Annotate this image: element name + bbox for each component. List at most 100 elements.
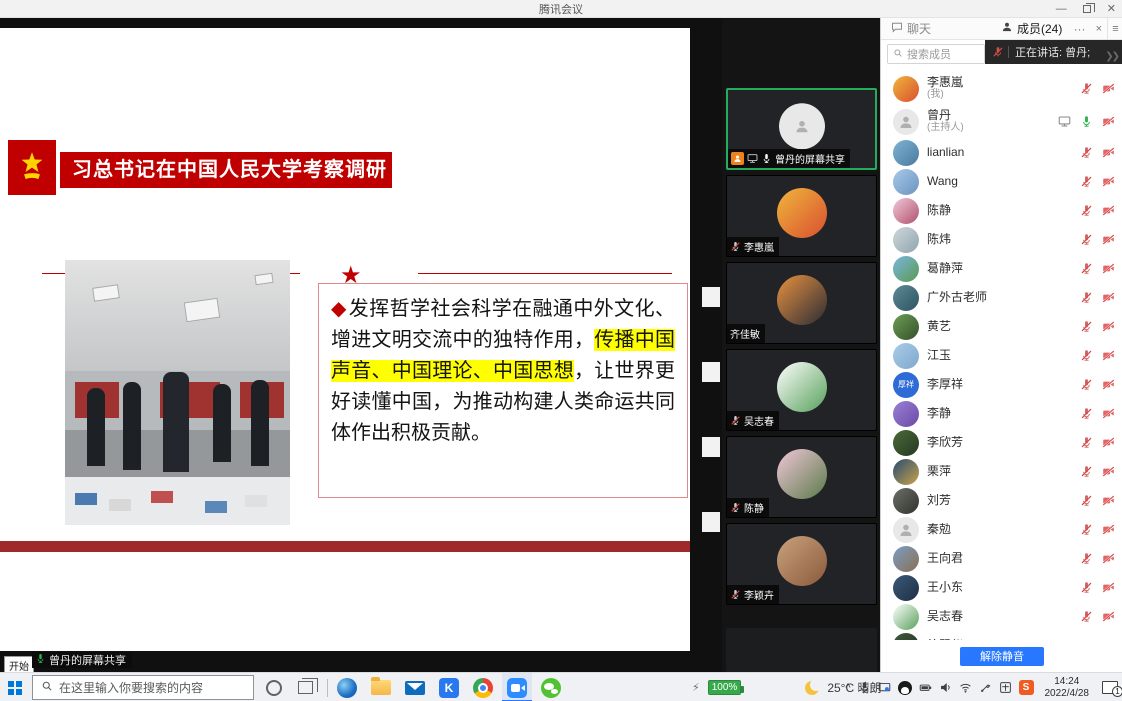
taskbar-app-k-docs[interactable]: K [434, 673, 464, 701]
mic-muted-icon[interactable] [1080, 204, 1093, 217]
member-row[interactable]: 秦勊 [881, 515, 1122, 544]
member-row[interactable]: 广外古老师 [881, 283, 1122, 312]
taskbar-search-input[interactable]: 在这里输入你要搜索的内容 [32, 675, 254, 700]
mic-muted-icon[interactable] [1080, 291, 1093, 304]
camera-muted-icon[interactable] [1102, 407, 1115, 420]
member-row[interactable]: 栗萍 [881, 457, 1122, 486]
member-row[interactable]: 王小东 [881, 573, 1122, 602]
tray-volume-icon[interactable] [939, 681, 952, 694]
taskbar-app-file-explorer[interactable] [366, 673, 396, 701]
mic-muted-icon[interactable] [1080, 320, 1093, 333]
camera-muted-icon[interactable] [1102, 494, 1115, 507]
diamond-bullet-icon: ◆ [331, 298, 347, 320]
edge-icon [337, 678, 357, 698]
camera-muted-icon[interactable] [1102, 82, 1115, 95]
member-row[interactable]: 吴志春 [881, 602, 1122, 631]
tray-mic-icon[interactable] [858, 681, 871, 694]
tab-members[interactable]: 成员(24) [995, 18, 1068, 40]
member-row[interactable]: 厚祥李厚祥 [881, 370, 1122, 399]
camera-muted-icon[interactable] [1102, 349, 1115, 362]
close-button[interactable]: ✕ [1107, 0, 1116, 18]
battery-indicator[interactable]: 100% [708, 680, 742, 695]
mic-muted-icon[interactable] [1080, 552, 1093, 565]
member-row[interactable]: 徐翠仪 [881, 631, 1122, 640]
mic-muted-icon[interactable] [1080, 175, 1093, 188]
member-row[interactable]: 刘芳 [881, 486, 1122, 515]
taskbar-app-chrome[interactable] [468, 673, 498, 701]
camera-muted-icon[interactable] [1102, 204, 1115, 217]
tray-wifi-icon[interactable] [959, 681, 972, 694]
mic-on-icon[interactable] [1080, 115, 1093, 128]
member-row[interactable]: lianlian [881, 138, 1122, 167]
mic-muted-icon[interactable] [1080, 436, 1093, 449]
member-row[interactable]: 江玉 [881, 341, 1122, 370]
cortana-icon[interactable] [266, 680, 282, 696]
tab-chat[interactable]: 聊天 [885, 18, 937, 40]
camera-muted-icon[interactable] [1102, 523, 1115, 536]
member-search-input[interactable]: 搜索成员 [887, 44, 985, 64]
tray-battery-icon[interactable] [919, 681, 932, 694]
member-row[interactable]: 李静 [881, 399, 1122, 428]
member-row[interactable]: 陈静 [881, 196, 1122, 225]
camera-muted-icon[interactable] [1102, 581, 1115, 594]
camera-muted-icon[interactable] [1102, 262, 1115, 275]
tray-tool-icon[interactable] [979, 681, 992, 694]
camera-muted-icon[interactable] [1102, 115, 1115, 128]
mic-muted-icon[interactable] [1080, 349, 1093, 362]
minimize-button[interactable]: — [1056, 0, 1067, 18]
tray-expand-chevron[interactable]: ^ [845, 682, 850, 694]
mic-muted-icon[interactable] [1080, 262, 1093, 275]
camera-muted-icon[interactable] [1102, 552, 1115, 565]
camera-muted-icon[interactable] [1102, 465, 1115, 478]
member-row[interactable]: 李欣芳 [881, 428, 1122, 457]
video-tile[interactable]: 齐佳敏 [726, 262, 877, 344]
member-row[interactable]: 黄艺 [881, 312, 1122, 341]
mic-muted-icon[interactable] [1080, 494, 1093, 507]
tray-ime-icon[interactable] [999, 681, 1012, 694]
camera-muted-icon[interactable] [1102, 378, 1115, 391]
member-row[interactable]: 曾丹(主持人) [881, 105, 1122, 138]
camera-muted-icon[interactable] [1102, 320, 1115, 333]
panel-menu-button[interactable]: ≡ [1107, 18, 1122, 40]
mic-muted-icon[interactable] [1080, 465, 1093, 478]
video-tile[interactable]: 陈静 [726, 436, 877, 518]
camera-muted-icon[interactable] [1102, 233, 1115, 246]
taskbar-clock[interactable]: 14:24 2022/4/28 [1045, 676, 1090, 700]
mic-muted-icon[interactable] [1080, 146, 1093, 159]
camera-muted-icon[interactable] [1102, 146, 1115, 159]
camera-muted-icon[interactable] [1102, 436, 1115, 449]
camera-muted-icon[interactable] [1102, 610, 1115, 623]
tray-qq-icon[interactable] [898, 681, 912, 695]
start-button[interactable] [0, 673, 30, 701]
mic-muted-icon[interactable] [1080, 82, 1093, 95]
member-row[interactable]: 王向君 [881, 544, 1122, 573]
mic-muted-icon[interactable] [1080, 407, 1093, 420]
tray-sogou-icon[interactable]: S [1019, 680, 1034, 695]
notification-center-icon[interactable]: 1 [1102, 681, 1118, 694]
restore-button[interactable] [1083, 5, 1091, 13]
taskbar-app-edge[interactable] [332, 673, 362, 701]
member-row[interactable]: 葛静萍 [881, 254, 1122, 283]
panel-close-button[interactable]: × [1091, 23, 1107, 35]
mic-muted-icon[interactable] [1080, 523, 1093, 536]
camera-muted-icon[interactable] [1102, 291, 1115, 304]
tray-screen-icon[interactable] [878, 681, 891, 694]
camera-muted-icon[interactable] [1102, 175, 1115, 188]
mic-muted-icon[interactable] [1080, 581, 1093, 594]
video-tile[interactable]: 李惠嵐 [726, 175, 877, 257]
member-row[interactable]: Wang [881, 167, 1122, 196]
video-tile[interactable]: 曾丹的屏幕共享 [726, 88, 877, 170]
more-options-button[interactable]: ··· [1069, 22, 1091, 36]
unmute-button[interactable]: 解除静音 [960, 647, 1044, 666]
video-tile[interactable]: 吴志春 [726, 349, 877, 431]
mic-muted-icon[interactable] [1080, 233, 1093, 246]
task-view-icon[interactable] [298, 681, 313, 694]
member-row[interactable]: 李惠嵐(我) [881, 72, 1122, 105]
member-row[interactable]: 陈炜 [881, 225, 1122, 254]
taskbar-app-mail[interactable] [400, 673, 430, 701]
mic-muted-icon[interactable] [1080, 378, 1093, 391]
taskbar-app-tencent-meeting[interactable] [502, 673, 532, 701]
video-tile[interactable]: 李颖卉 [726, 523, 877, 605]
mic-muted-icon[interactable] [1080, 610, 1093, 623]
taskbar-app-wechat[interactable] [536, 673, 566, 701]
